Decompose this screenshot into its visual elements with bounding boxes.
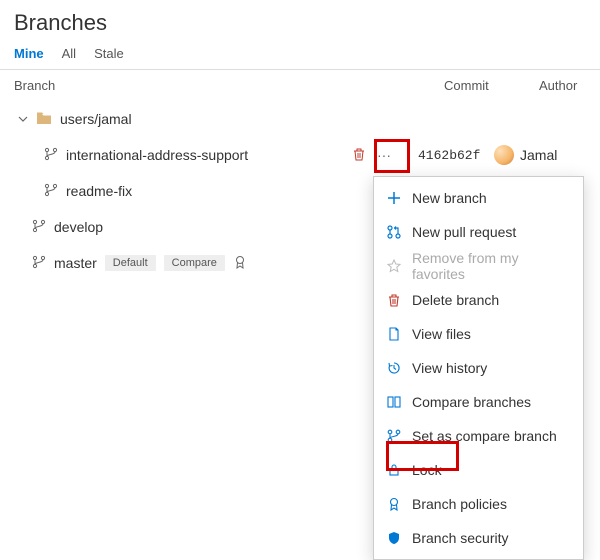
column-headers: Branch Commit Author xyxy=(0,70,600,101)
branch-icon xyxy=(44,183,58,200)
menu-label: Remove from my favorites xyxy=(412,250,571,282)
compare-badge: Compare xyxy=(164,255,225,271)
branch-name: readme-fix xyxy=(66,183,132,199)
tab-stale[interactable]: Stale xyxy=(94,46,124,61)
branch-name: develop xyxy=(54,219,103,235)
menu-label: Branch policies xyxy=(412,496,507,512)
pull-request-icon xyxy=(386,224,402,240)
ribbon-icon xyxy=(233,255,247,272)
commit-hash[interactable]: 4162b62f xyxy=(394,148,494,163)
star-outline-icon xyxy=(386,258,402,274)
folder-icon xyxy=(36,111,52,128)
menu-label: New pull request xyxy=(412,224,516,240)
default-badge: Default xyxy=(105,255,156,271)
folder-name: users/jamal xyxy=(60,111,132,127)
menu-label: Branch security xyxy=(412,530,508,546)
menu-label: Lock xyxy=(412,462,442,478)
file-icon xyxy=(386,326,402,342)
menu-remove-favorite: Remove from my favorites xyxy=(374,249,583,283)
tab-mine[interactable]: Mine xyxy=(14,46,44,61)
history-icon xyxy=(386,360,402,376)
menu-view-files[interactable]: View files xyxy=(374,317,583,351)
menu-label: Set as compare branch xyxy=(412,428,557,444)
trash-icon xyxy=(386,292,402,308)
plus-icon xyxy=(386,190,402,206)
col-author: Author xyxy=(539,78,586,93)
menu-label: Compare branches xyxy=(412,394,531,410)
menu-branch-security[interactable]: Branch security xyxy=(374,521,583,555)
menu-label: View files xyxy=(412,326,471,342)
chevron-down-icon[interactable] xyxy=(18,114,28,124)
tab-all[interactable]: All xyxy=(62,46,76,61)
menu-lock[interactable]: Lock xyxy=(374,453,583,487)
lock-icon xyxy=(386,462,402,478)
menu-set-compare[interactable]: Set as compare branch xyxy=(374,419,583,453)
menu-branch-policies[interactable]: Branch policies xyxy=(374,487,583,521)
branch-icon xyxy=(44,147,58,164)
menu-compare-branches[interactable]: Compare branches xyxy=(374,385,583,419)
menu-label: View history xyxy=(412,360,487,376)
author-name: Jamal xyxy=(520,147,557,163)
branch-name: master xyxy=(54,255,97,271)
folder-row[interactable]: users/jamal xyxy=(0,101,600,137)
more-icon[interactable]: ··· xyxy=(374,147,394,163)
menu-delete-branch[interactable]: Delete branch xyxy=(374,283,583,317)
branch-icon xyxy=(32,219,46,236)
branch-icon xyxy=(386,428,402,444)
avatar xyxy=(494,145,514,165)
menu-new-branch[interactable]: New branch xyxy=(374,181,583,215)
branch-context-menu: New branch New pull request Remove from … xyxy=(373,176,584,560)
menu-label: New branch xyxy=(412,190,487,206)
compare-icon xyxy=(386,394,402,410)
branch-icon xyxy=(32,255,46,272)
ribbon-icon xyxy=(386,496,402,512)
menu-label: Delete branch xyxy=(412,292,499,308)
page-title: Branches xyxy=(0,0,600,40)
branch-row-intl[interactable]: international-address-support ··· 4162b6… xyxy=(0,137,600,173)
tab-bar: Mine All Stale xyxy=(0,40,600,70)
col-commit: Commit xyxy=(444,78,539,93)
col-branch: Branch xyxy=(14,78,444,93)
branch-name: international-address-support xyxy=(66,147,248,163)
delete-icon[interactable] xyxy=(352,147,366,164)
shield-icon xyxy=(386,530,402,546)
menu-new-pr[interactable]: New pull request xyxy=(374,215,583,249)
menu-view-history[interactable]: View history xyxy=(374,351,583,385)
